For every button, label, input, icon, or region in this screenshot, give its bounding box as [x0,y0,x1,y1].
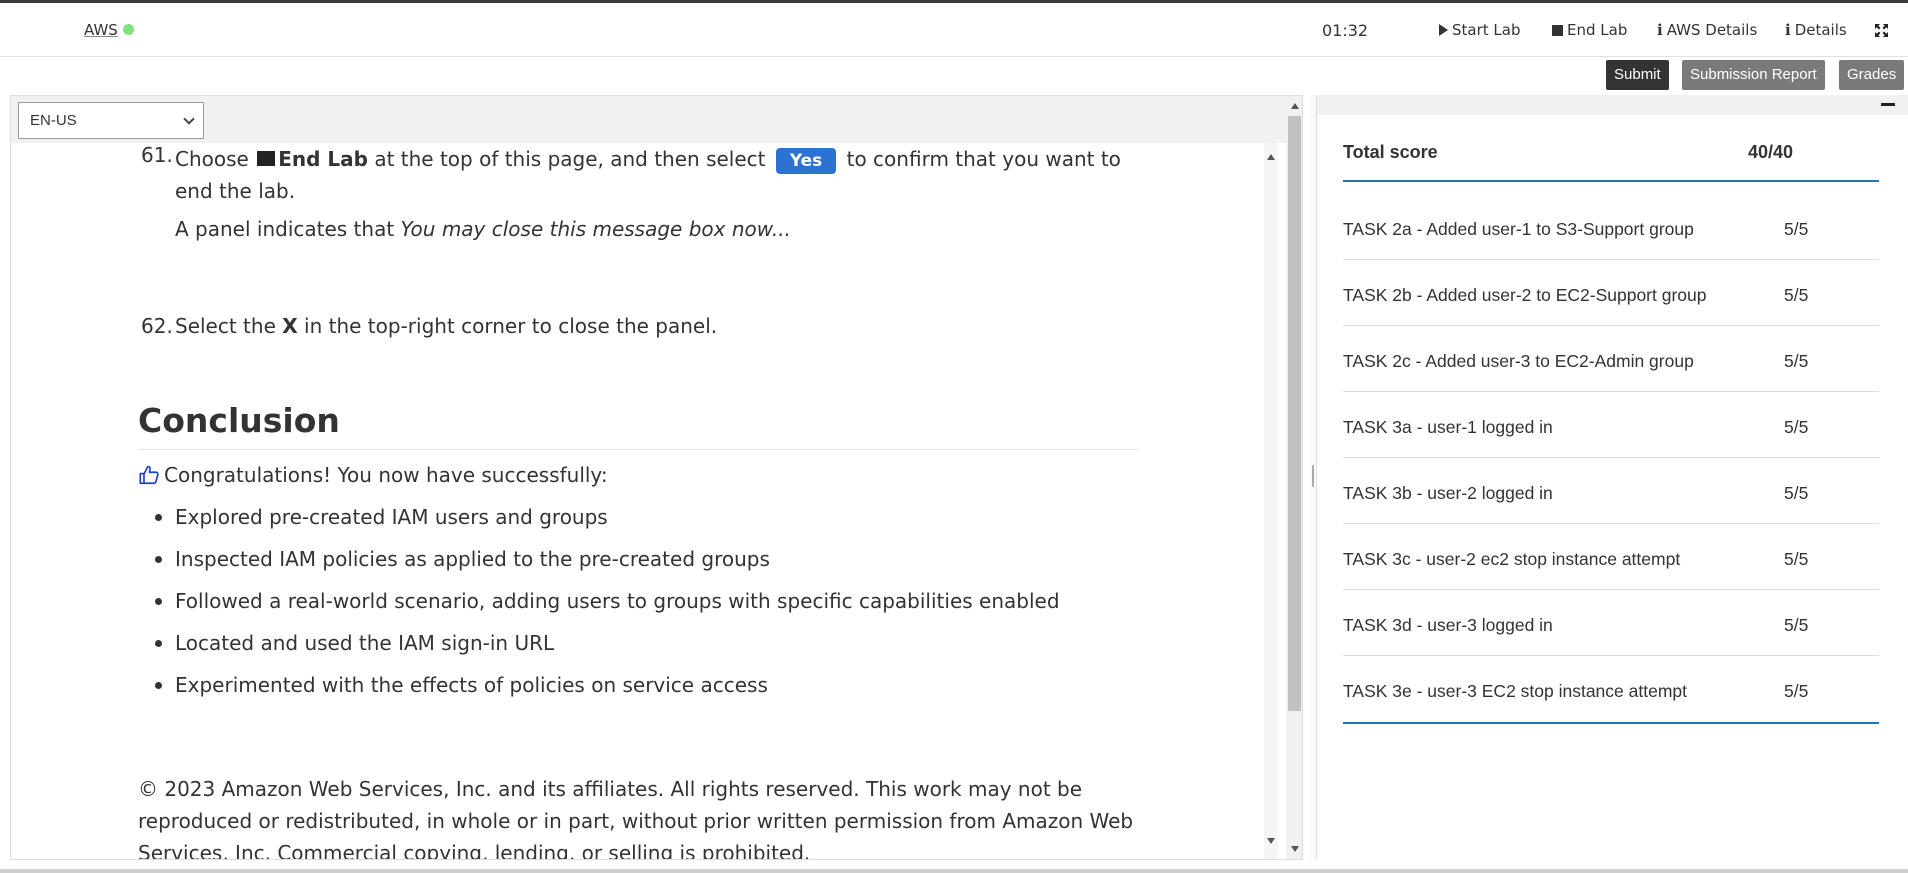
thumbs-up-icon [139,465,159,484]
task-name: TASK 3a - user-1 logged in [1343,417,1553,437]
task-score: 5/5 [1784,681,1809,701]
copyright-notice: © 2023 Amazon Web Services, Inc. and its… [138,777,1134,860]
end-lab-emphasis: End Lab [278,147,368,171]
conclusion-heading: Conclusion [138,401,340,440]
scrollbar-thumb[interactable] [1288,116,1301,711]
task-name: TASK 3b - user-2 logged in [1343,483,1553,503]
submission-report-button[interactable]: Submission Report [1682,60,1825,90]
splitter-grip-icon[interactable] [1312,465,1314,487]
scroll-up-arrow-icon[interactable] [1267,154,1275,160]
start-lab-label: Start Lab [1452,21,1521,39]
task-name: TASK 2a - Added user-1 to S3-Support gro… [1343,219,1694,239]
step-number: 62. [141,314,173,338]
list-item: Located and used the IAM sign-in URL [155,631,1060,673]
total-score-row: Total score 40/40 [1343,142,1879,182]
window-bottom-border [0,869,1908,873]
task-name: TASK 3e - user-3 EC2 stop instance attem… [1343,681,1688,701]
info-icon: i [1657,21,1663,39]
aws-details-button[interactable]: i AWS Details [1657,21,1757,39]
heading-divider [138,449,1138,450]
grades-button[interactable]: Grades [1839,60,1905,90]
table-row: TASK 3d - user-3 logged in 5/5 [1343,590,1879,656]
grade-list: TASK 2a - Added user-1 to S3-Support gro… [1343,194,1879,724]
end-lab-label: End Lab [1567,21,1628,39]
submit-button[interactable]: Submit [1606,60,1669,90]
congratulations-line: Congratulations! You now have successful… [138,463,608,488]
task-name: TASK 3d - user-3 logged in [1343,615,1553,635]
step-61-note: A panel indicates that You may close thi… [175,217,791,241]
expand-icon[interactable] [1874,23,1889,42]
x-emphasis: X [282,314,298,338]
congratulations-text: Congratulations! You now have successful… [164,463,608,487]
task-score: 5/5 [1784,351,1809,371]
list-item: Followed a real-world scenario, adding u… [155,589,1060,631]
grades-pane-header [1317,95,1908,115]
table-row: TASK 2b - Added user-2 to EC2-Support gr… [1343,260,1879,326]
total-score-label: Total score [1343,142,1438,162]
table-row: TASK 3c - user-2 ec2 stop instance attem… [1343,524,1879,590]
grades-pane: Total score 40/40 TASK 2a - Added user-1… [1316,95,1908,860]
note-prefix: A panel indicates that [175,217,395,241]
lab-status-dot [122,24,134,35]
aws-label: AWS [84,21,118,39]
language-bar: EN-US [11,96,1302,143]
chevron-down-icon [183,113,195,125]
scroll-down-arrow-icon[interactable] [1291,846,1299,852]
instructions-pane: EN-US 61. Choose End Lab at the top of t… [10,95,1303,860]
play-icon [1439,24,1448,36]
accomplishments-list: Explored pre-created IAM users and group… [155,505,1060,715]
step-62-text: Select the X in the top-right corner to … [175,314,717,338]
list-item: Experimented with the effects of policie… [155,673,1060,715]
list-item: Inspected IAM policies as applied to the… [155,547,1060,589]
step-text-part: in the top-right corner to close the pan… [304,314,718,338]
step-number: 61. [141,143,173,167]
table-row: TASK 2c - Added user-3 to EC2-Admin grou… [1343,326,1879,392]
step-text-part: Choose [175,147,249,171]
task-name: TASK 2c - Added user-3 to EC2-Admin grou… [1343,351,1694,371]
stop-square-icon [257,151,276,166]
stop-square-icon [1552,25,1563,36]
grades-table: Total score 40/40 TASK 2a - Added user-1… [1343,142,1879,724]
start-lab-button[interactable]: Start Lab [1439,21,1520,39]
task-score: 5/5 [1784,219,1809,239]
yes-badge: Yes [775,148,837,174]
total-score-value: 40/40 [1748,142,1794,162]
task-score: 5/5 [1784,417,1809,437]
task-score: 5/5 [1784,549,1809,569]
minimize-icon[interactable] [1881,103,1895,106]
session-timer: 01:32 [1322,21,1369,40]
step-text-part: Select the [175,314,276,338]
instructions-document: 61. Choose End Lab at the top of this pa… [11,143,1264,860]
info-icon: i [1785,21,1791,39]
step-text-part: at the top of this page, and then select [374,147,766,171]
task-name: TASK 3c - user-2 ec2 stop instance attem… [1343,549,1681,569]
table-row: TASK 2a - Added user-1 to S3-Support gro… [1343,194,1879,260]
step-61-text: Choose End Lab at the top of this page, … [175,143,1135,207]
scroll-up-arrow-icon[interactable] [1291,103,1299,109]
details-button[interactable]: i Details [1785,21,1847,39]
language-selected-value: EN-US [30,112,77,129]
end-lab-button[interactable]: End Lab [1552,21,1627,39]
language-select[interactable]: EN-US [18,102,204,139]
table-row: TASK 3b - user-2 logged in 5/5 [1343,458,1879,524]
note-italic: You may close this message box now... [400,217,791,241]
pane-scrollbar[interactable] [1286,96,1302,859]
table-row: TASK 3e - user-3 EC2 stop instance attem… [1343,656,1879,722]
list-item: Explored pre-created IAM users and group… [155,505,1060,547]
table-row: TASK 3a - user-1 logged in 5/5 [1343,392,1879,458]
task-score: 5/5 [1784,615,1809,635]
details-label: Details [1794,21,1847,39]
lab-toolbar: AWS 01:32 Start Lab End Lab i AWS Details… [0,3,1908,57]
scroll-down-arrow-icon[interactable] [1267,838,1275,844]
task-score: 5/5 [1784,285,1809,305]
task-score: 5/5 [1784,483,1809,503]
task-name: TASK 2b - Added user-2 to EC2-Support gr… [1343,285,1707,305]
document-scrollbar[interactable] [1264,143,1278,859]
aws-console-link[interactable]: AWS [84,21,134,39]
aws-details-label: AWS Details [1666,21,1758,39]
